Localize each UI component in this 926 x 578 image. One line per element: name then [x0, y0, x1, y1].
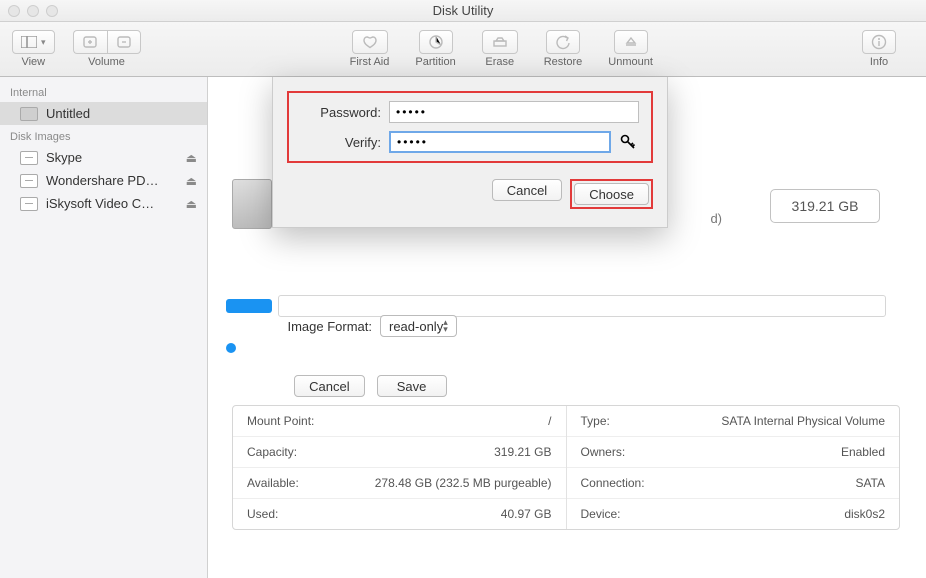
- password-input[interactable]: [389, 101, 639, 123]
- titlebar: Disk Utility: [0, 0, 926, 22]
- first-aid-label: First Aid: [350, 56, 390, 68]
- toolbar: ▾ View Volume First Aid Partition: [0, 22, 926, 77]
- window-title: Disk Utility: [433, 3, 494, 18]
- info-label: Info: [870, 56, 888, 68]
- sidebar: Internal Untitled Disk Images Skype ⏏ Wo…: [0, 77, 208, 578]
- restore-label: Restore: [544, 56, 583, 68]
- sidebar-item-skype[interactable]: Skype ⏏: [0, 146, 207, 169]
- disk-image-icon: [20, 197, 38, 211]
- volume-label: Volume: [88, 56, 125, 68]
- partition-button[interactable]: [419, 30, 453, 54]
- volume-remove-button[interactable]: [107, 30, 141, 54]
- caret-down-icon: ▾: [41, 37, 46, 48]
- sidebar-item-label: Skype: [46, 150, 82, 165]
- sidebar-section-disk-images: Disk Images: [0, 125, 207, 146]
- sidebar-item-iskysoft[interactable]: iSkysoft Video C… ⏏: [0, 192, 207, 215]
- info-row-type: Type:SATA Internal Physical Volume: [567, 406, 900, 437]
- info-row-owners: Owners:Enabled: [567, 437, 900, 468]
- view-button[interactable]: ▾: [12, 30, 55, 54]
- sheet-save-button[interactable]: Save: [377, 375, 447, 397]
- eject-icon[interactable]: ⏏: [186, 197, 197, 211]
- disk-icon: [20, 107, 38, 121]
- verify-input[interactable]: [389, 131, 611, 153]
- password-label: Password:: [301, 105, 389, 120]
- close-button[interactable]: [8, 5, 20, 17]
- disk-size-box: 319.21 GB: [770, 189, 880, 223]
- image-format-value: read-only: [389, 319, 443, 334]
- eject-icon[interactable]: ⏏: [186, 151, 197, 165]
- info-row-connection: Connection:SATA: [567, 468, 900, 499]
- sidebar-section-internal: Internal: [0, 81, 207, 102]
- info-row-capacity: Capacity:319.21 GB: [233, 437, 566, 468]
- password-dialog: Password: Verify: Cancel Choose: [272, 77, 668, 228]
- tool-group-view: ▾ View: [12, 30, 55, 68]
- toolbar-center: First Aid Partition Erase Restore Unmoun…: [350, 30, 671, 68]
- dropdown-arrows-icon: ▴▾: [443, 319, 448, 333]
- image-format-row: Image Format: read-only ▴▾: [284, 315, 457, 337]
- usage-bar-segment: [226, 299, 272, 313]
- first-aid-button[interactable]: [352, 30, 388, 54]
- encryption-text: d): [710, 211, 722, 226]
- tool-group-volume: Volume: [73, 30, 141, 68]
- erase-label: Erase: [485, 56, 514, 68]
- sidebar-item-label: iSkysoft Video C…: [46, 196, 154, 211]
- info-row-used: Used:40.97 GB: [233, 499, 566, 529]
- traffic-lights: [8, 5, 58, 17]
- info-row-available: Available:278.48 GB (232.5 MB purgeable): [233, 468, 566, 499]
- unmount-button[interactable]: [614, 30, 648, 54]
- info-button[interactable]: [862, 30, 896, 54]
- verify-label: Verify:: [301, 135, 389, 150]
- content: d) 319.21 GB Image Format: read-only ▴▾: [208, 77, 926, 578]
- info-table: Mount Point:/ Capacity:319.21 GB Availab…: [232, 405, 900, 530]
- sidebar-item-label: Wondershare PD…: [46, 173, 158, 188]
- unmount-label: Unmount: [608, 56, 653, 68]
- disk-image-icon: [20, 174, 38, 188]
- view-label: View: [21, 56, 45, 68]
- dialog-choose-button[interactable]: Choose: [574, 183, 649, 205]
- tool-group-info: Info: [862, 30, 896, 68]
- sidebar-item-untitled[interactable]: Untitled: [0, 102, 207, 125]
- partition-label: Partition: [415, 56, 455, 68]
- restore-button[interactable]: [546, 30, 580, 54]
- sheet-cancel-button[interactable]: Cancel: [294, 375, 364, 397]
- volume-add-button[interactable]: [73, 30, 107, 54]
- highlight-box-fields: Password: Verify:: [287, 91, 653, 163]
- disk-image-icon: [20, 151, 38, 165]
- highlight-box-choose: Choose: [570, 179, 653, 209]
- info-row-mount-point: Mount Point:/: [233, 406, 566, 437]
- usage-legend-dot: [226, 343, 236, 353]
- sidebar-item-label: Untitled: [46, 106, 90, 121]
- minimize-button[interactable]: [27, 5, 39, 17]
- image-format-label: Image Format:: [284, 319, 380, 334]
- image-format-dropdown[interactable]: read-only ▴▾: [380, 315, 457, 337]
- eject-icon[interactable]: ⏏: [186, 174, 197, 188]
- dialog-cancel-button[interactable]: Cancel: [492, 179, 562, 201]
- disk-large-icon: [232, 179, 272, 229]
- info-row-device: Device:disk0s2: [567, 499, 900, 529]
- erase-button[interactable]: [482, 30, 518, 54]
- sidebar-item-wondershare[interactable]: Wondershare PD… ⏏: [0, 169, 207, 192]
- key-icon[interactable]: [617, 131, 639, 153]
- maximize-button[interactable]: [46, 5, 58, 17]
- disk-size-value: 319.21 GB: [792, 198, 859, 214]
